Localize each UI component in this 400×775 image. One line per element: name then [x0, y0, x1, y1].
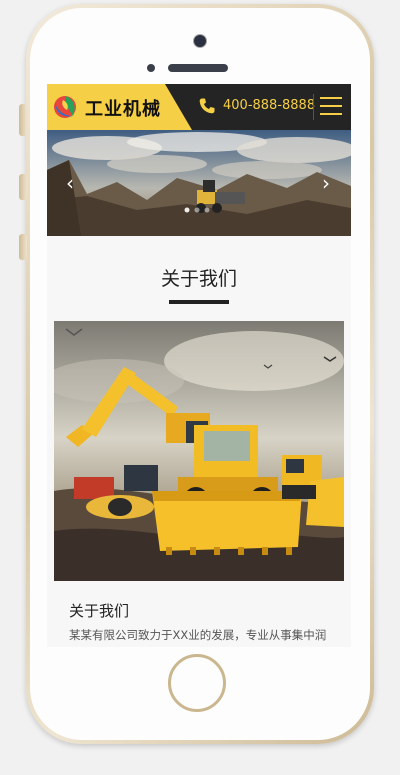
- volume-down-button: [19, 234, 27, 260]
- phone-icon[interactable]: [198, 97, 216, 115]
- colorful-leaf-logo-icon[interactable]: [51, 92, 79, 120]
- about-card-title[interactable]: 关于我们: [69, 600, 129, 621]
- front-camera: [193, 34, 207, 48]
- chevron-left-icon[interactable]: ‹: [59, 172, 81, 194]
- proximity-sensor: [147, 64, 155, 72]
- site-header: 工业机械 400-888-8888: [47, 84, 351, 130]
- chevron-right-icon[interactable]: ›: [315, 172, 337, 194]
- mobile-screen: 工业机械 400-888-8888 ‹ › 关于我们 关于我们 某某有限公司致力…: [47, 84, 351, 647]
- title-underline: [169, 300, 229, 304]
- about-card-text: 某某有限公司致力于XX业的发展，专业从事集中润: [69, 628, 327, 642]
- brand-name[interactable]: 工业机械: [85, 95, 161, 121]
- about-image[interactable]: [54, 321, 344, 581]
- hamburger-menu-icon[interactable]: [320, 97, 342, 117]
- volume-up-button: [19, 174, 27, 200]
- header-divider: [313, 94, 314, 120]
- hero-banner[interactable]: ‹ ›: [47, 130, 351, 236]
- section-title: 关于我们: [160, 268, 237, 290]
- phone-number[interactable]: 400-888-8888: [223, 98, 315, 113]
- construction-machinery-illustration: [54, 321, 344, 581]
- mute-switch: [19, 104, 27, 136]
- banner-image: [47, 130, 351, 236]
- earpiece-speaker: [168, 64, 228, 72]
- home-button[interactable]: [168, 654, 226, 712]
